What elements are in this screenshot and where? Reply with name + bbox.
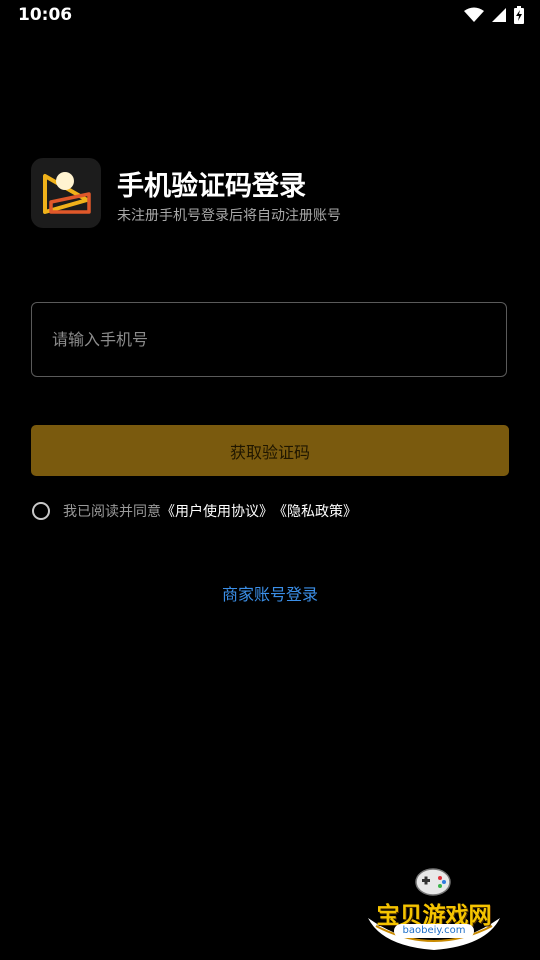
wifi-icon	[464, 7, 484, 22]
status-bar: 10:06	[0, 0, 540, 32]
signal-icon	[492, 8, 506, 22]
agreement-row: 我已阅读并同意 《用户使用协议》 《隐私政策》	[32, 501, 357, 521]
get-code-button[interactable]: 获取验证码	[31, 425, 509, 476]
page-subtitle: 未注册手机号登录后将自动注册账号	[117, 208, 341, 224]
status-icons	[464, 6, 524, 24]
merchant-login-link[interactable]: 商家账号登录	[0, 581, 540, 605]
watermark-logo: 宝贝游戏网 baobeiy.com	[362, 866, 506, 956]
status-time: 10:06	[18, 5, 73, 25]
get-code-button-label: 获取验证码	[229, 442, 310, 462]
watermark-url: baobeiy.com	[394, 924, 474, 938]
agreement-text: 我已阅读并同意	[63, 504, 161, 520]
page-title: 手机验证码登录	[117, 171, 306, 202]
phone-input-container	[31, 302, 507, 377]
user-agreement-link[interactable]: 《用户使用协议》	[161, 501, 273, 521]
app-logo-icon	[31, 158, 101, 228]
agreement-checkbox[interactable]	[32, 502, 50, 520]
game-controller-icon	[415, 868, 451, 896]
privacy-policy-link[interactable]: 《隐私政策》	[273, 501, 357, 521]
phone-input[interactable]	[32, 303, 506, 376]
battery-charging-icon	[514, 6, 524, 24]
